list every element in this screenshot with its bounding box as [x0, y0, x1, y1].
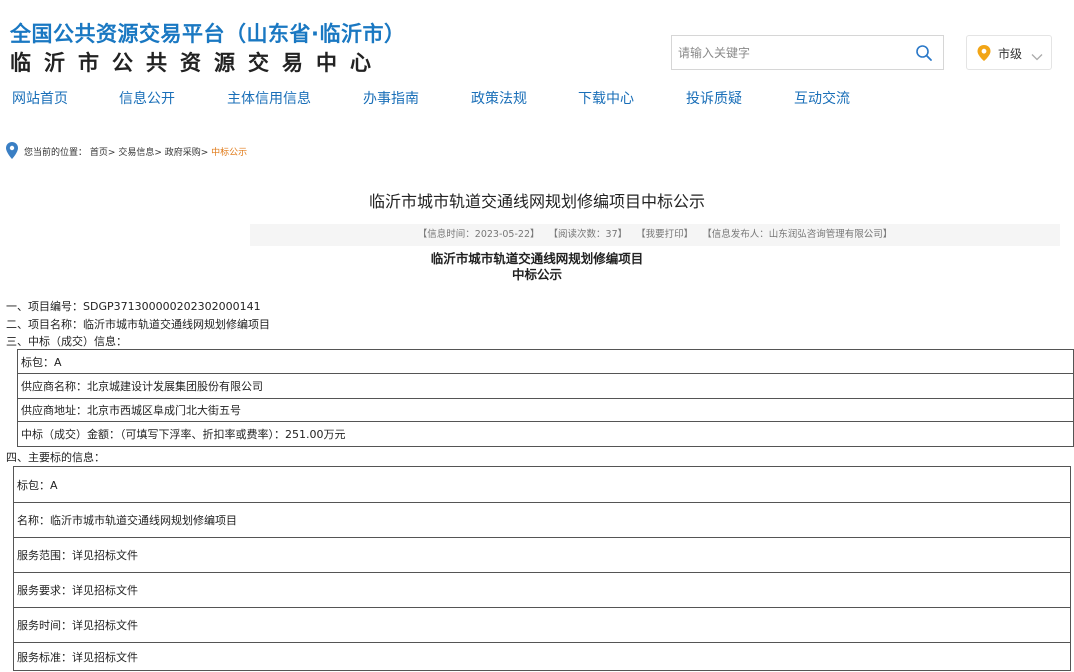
table-row: 名称：临沂市城市轨道交通线网规划修编项目	[13, 502, 1071, 538]
table-cell: 供应商地址：北京市西城区阜成门北大街五号	[17, 398, 1074, 422]
nav-guide[interactable]: 办事指南	[363, 88, 419, 108]
search-icon[interactable]	[915, 44, 933, 62]
table-cell: 供应商名称：北京城建设计发展集团股份有限公司	[17, 373, 1074, 399]
article-meta-bar: 【信息时间：2023-05-22】 【阅读次数：37】 【我要打印】 【信息发布…	[250, 224, 1060, 246]
table-row: 服务要求：详见招标文件	[13, 572, 1071, 608]
article-title: 临沂市城市轨道交通线网规划修编项目中标公示	[368, 192, 705, 211]
award-info-heading: 三、中标（成交）信息：	[6, 335, 127, 348]
table-row: 中标（成交）金额：（可填写下浮率、折扣率或费率）：251.00万元	[17, 421, 1074, 447]
main-nav: 网站首页 信息公开 主体信用信息 办事指南 政策法规 下载中心 投诉质疑 互动交…	[0, 84, 1074, 112]
project-name: 二、项目名称：临沂市城市轨道交通线网规划修编项目	[6, 318, 270, 331]
chevron-down-icon	[1031, 47, 1043, 66]
table-cell: 服务要求：详见招标文件	[13, 572, 1071, 608]
meta-publisher: 【信息发布人：山东润弘咨询管理有限公司】	[702, 229, 893, 240]
table-cell: 中标（成交）金额：（可填写下浮率、折扣率或费率）：251.00万元	[17, 421, 1074, 447]
site-header: 全国公共资源交易平台（山东省·临沂市） 临沂市公共资源交易中心 市级	[0, 0, 1074, 80]
center-title[interactable]: 临沂市公共资源交易中心	[10, 47, 384, 77]
table-cell: 服务时间：详见招标文件	[13, 607, 1071, 643]
nav-complaint[interactable]: 投诉质疑	[686, 88, 742, 108]
nav-info-public[interactable]: 信息公开	[119, 88, 175, 108]
platform-title[interactable]: 全国公共资源交易平台（山东省·临沂市）	[10, 18, 405, 48]
location-pin-icon	[6, 142, 18, 162]
breadcrumb-trade-info[interactable]: 交易信息>	[118, 148, 162, 158]
award-info-table: 标包：A 供应商名称：北京城建设计发展集团股份有限公司 供应商地址：北京市西城区…	[17, 349, 1074, 447]
location-pin-icon	[977, 45, 991, 65]
project-number: 一、项目编号：SDGP371300000202302000141	[6, 300, 261, 313]
nav-credit-info[interactable]: 主体信用信息	[227, 88, 311, 108]
subject-info-table: 标包：A 名称：临沂市城市轨道交通线网规划修编项目 服务范围：详见招标文件 服务…	[13, 466, 1071, 671]
breadcrumb-gov-procurement[interactable]: 政府采购>	[165, 148, 209, 158]
table-cell: 服务标准：详见招标文件	[13, 642, 1071, 671]
table-cell: 服务范围：详见招标文件	[13, 537, 1071, 573]
table-cell: 标包：A	[17, 349, 1074, 374]
table-row: 供应商地址：北京市西城区阜成门北大街五号	[17, 398, 1074, 422]
meta-views: 【阅读次数：37】	[548, 229, 628, 240]
breadcrumb-current: 中标公示	[211, 148, 248, 158]
nav-home[interactable]: 网站首页	[12, 88, 68, 108]
table-cell: 标包：A	[13, 466, 1071, 503]
search-box	[671, 35, 944, 70]
breadcrumb-home[interactable]: 首页>	[90, 148, 116, 158]
table-row: 标包：A	[17, 349, 1074, 374]
city-level-label: 市级	[998, 47, 1023, 61]
subject-info-heading: 四、主要标的信息：	[6, 451, 105, 464]
table-row: 服务范围：详见招标文件	[13, 537, 1071, 573]
table-cell: 名称：临沂市城市轨道交通线网规划修编项目	[13, 502, 1071, 538]
print-link[interactable]: 【我要打印】	[636, 229, 693, 240]
notice-subtitle-type: 中标公示	[511, 267, 562, 282]
breadcrumb-prefix: 您当前的位置：	[24, 148, 88, 158]
nav-interaction[interactable]: 互动交流	[794, 88, 850, 108]
nav-policy[interactable]: 政策法规	[471, 88, 527, 108]
search-input[interactable]	[672, 36, 902, 69]
meta-time: 【信息时间：2023-05-22】	[417, 229, 540, 240]
nav-download[interactable]: 下载中心	[578, 88, 634, 108]
table-row: 服务时间：详见招标文件	[13, 607, 1071, 643]
city-level-select[interactable]: 市级	[966, 35, 1052, 70]
table-row: 供应商名称：北京城建设计发展集团股份有限公司	[17, 373, 1074, 399]
table-row: 服务标准：详见招标文件	[13, 642, 1071, 671]
table-row: 标包：A	[13, 466, 1071, 503]
